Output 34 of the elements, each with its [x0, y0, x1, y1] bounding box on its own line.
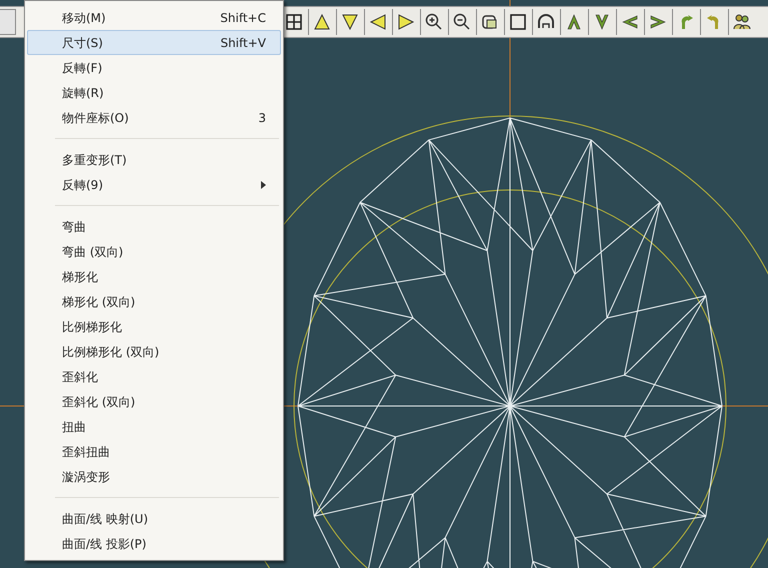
triangle-left-icon [368, 12, 388, 32]
submenu-arrow-icon [261, 180, 266, 188]
menu-item[interactable]: 比例梯形化 (双向) [27, 339, 281, 364]
toolbar-button[interactable] [0, 9, 16, 35]
menu-item[interactable]: 移动(M) Shift+C [27, 5, 281, 30]
triangle-down-icon [340, 12, 360, 32]
menu-item[interactable]: 旋轉(R) [27, 80, 281, 105]
menu-item[interactable]: 歪斜化 (双向) [27, 389, 281, 414]
menu-item[interactable]: 弯曲 [27, 214, 281, 239]
zoom-out-icon [452, 12, 472, 32]
shortcut-label: 3 [258, 110, 266, 126]
menu-item[interactable]: 物件座标(O) 3 [27, 105, 281, 130]
triangle-right-icon [396, 12, 416, 32]
menu-item[interactable]: 尺寸(S) Shift+V [27, 30, 281, 55]
square-icon [508, 12, 528, 32]
menu-item[interactable]: 弯曲 (双向) [27, 239, 281, 264]
menu-item[interactable]: 梯形化 (双向) [27, 289, 281, 314]
menu-item[interactable]: 曲面/线 映射(U) [27, 506, 281, 531]
shortcut-label: Shift+C [220, 10, 266, 26]
menu-item[interactable]: 反轉(9) [27, 172, 281, 197]
shortcut-label: Shift+V [220, 34, 266, 52]
menu-item[interactable]: 漩涡变形 [27, 464, 281, 489]
menu-item[interactable]: 比例梯形化 [27, 314, 281, 339]
menu-item[interactable]: 曲面/线 投影(P) [27, 531, 281, 556]
menu-item[interactable]: 歪斜化 [27, 364, 281, 389]
grid-icon [284, 12, 304, 32]
menu-item[interactable]: 扭曲 [27, 414, 281, 439]
menu-item[interactable]: 梯形化 [27, 264, 281, 289]
menu-item[interactable]: 歪斜扭曲 [27, 439, 281, 464]
menu-item[interactable]: 多重变形(T) [27, 147, 281, 172]
menu-item[interactable]: 反轉(F) [27, 55, 281, 80]
zoom-in-icon [424, 12, 444, 32]
triangle-up-icon [312, 12, 332, 32]
people-icon [732, 12, 752, 32]
